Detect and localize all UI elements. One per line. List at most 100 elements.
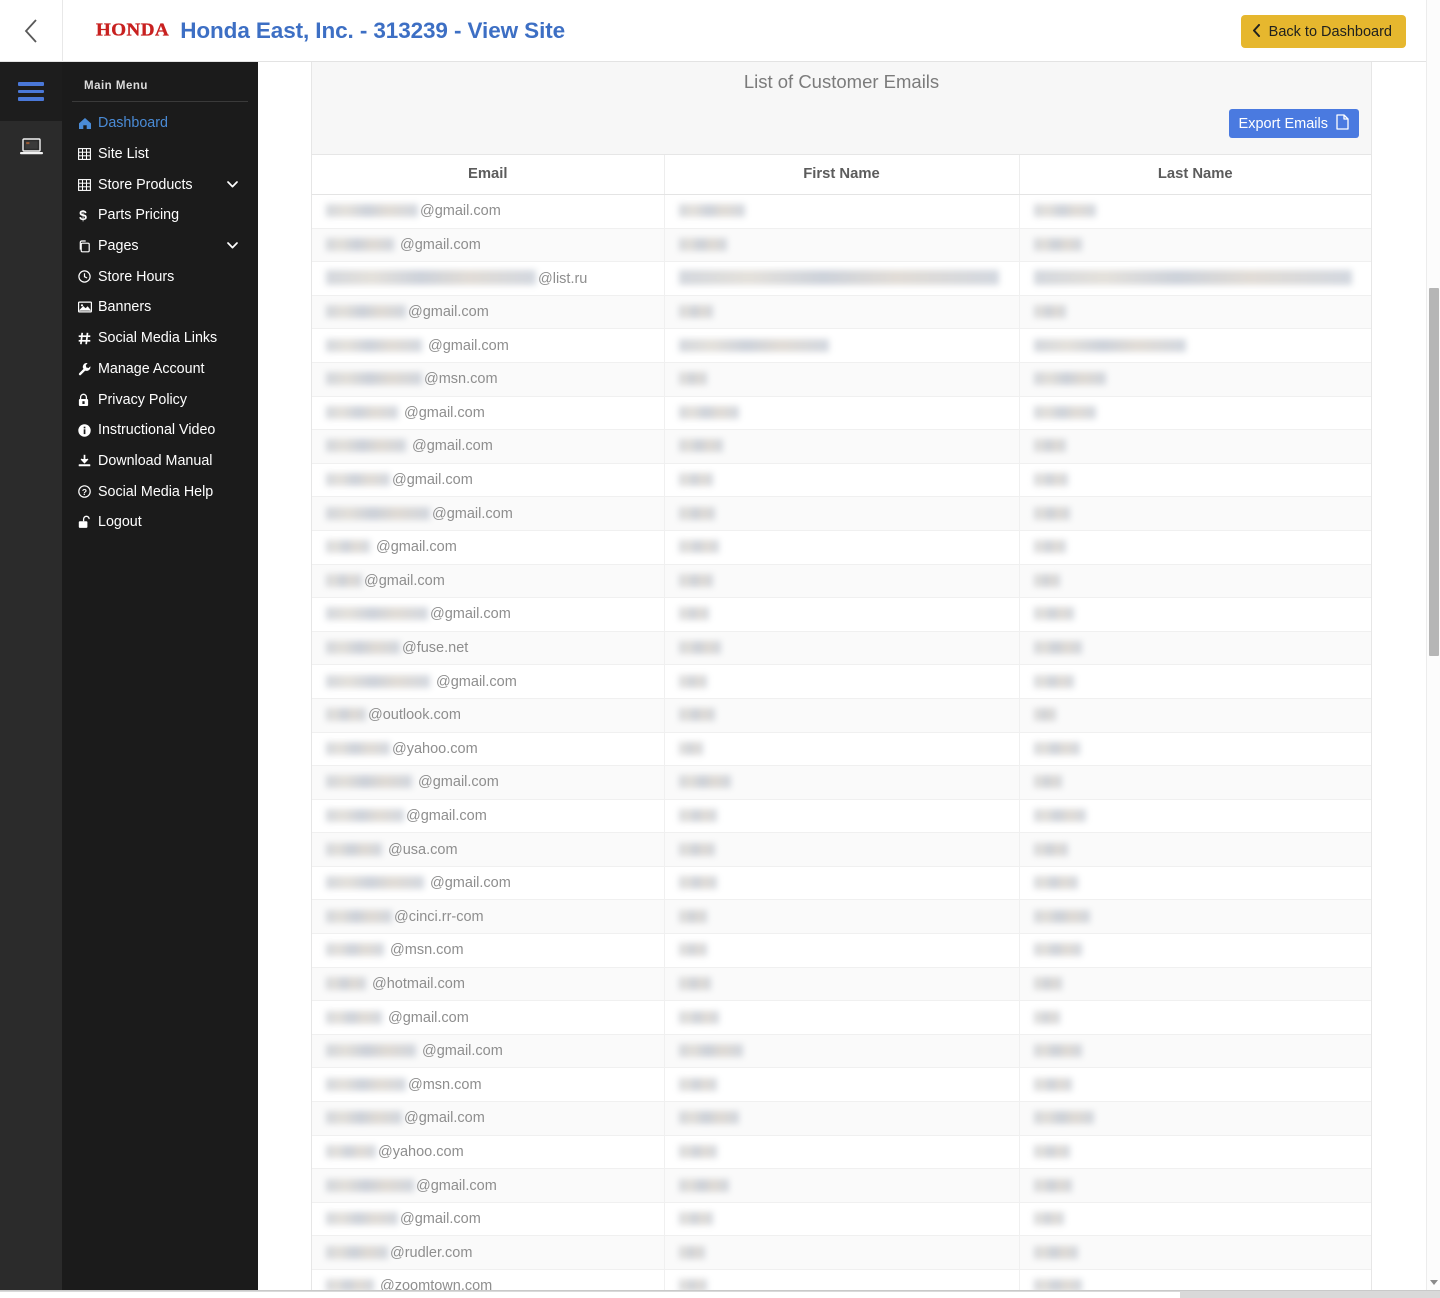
redacted-text [1033,1245,1078,1259]
table-row: @gmail.com [312,228,1371,263]
horizontal-scrollbar[interactable] [0,1290,1440,1298]
redacted-text [1033,1044,1082,1058]
redacted-text [326,909,392,923]
sidebar-item-instructional-video[interactable]: Instructional Video [62,415,258,446]
panel-header: List of Customer Emails Export Emails [312,62,1371,155]
sidebar-item-store-hours[interactable]: Store Hours [62,261,258,292]
laptop-icon [19,137,44,161]
sidebar-item-label: Social Media Links [98,330,218,347]
sidebar-item-parts-pricing[interactable]: $ Parts Pricing [62,200,258,231]
horizontal-scrollbar-thumb[interactable] [0,1292,1180,1298]
redacted-text [326,506,430,520]
redacted-text [326,943,384,957]
cell-last-name [1019,967,1371,1002]
cell-last-name [1019,732,1371,767]
column-header-email[interactable]: Email [312,155,665,195]
cell-last-name [1019,698,1371,733]
sidebar-item-dashboard[interactable]: Dashboard [62,108,258,139]
cell-last-name [1019,396,1371,431]
sidebar-item-pages[interactable]: Pages [62,231,258,262]
redacted-text [1033,473,1068,487]
cell-first-name [664,631,1020,666]
table-row: @zoomtown.com [312,1269,1371,1290]
cell-last-name [1019,1202,1371,1237]
cell-first-name [664,295,1020,330]
email-domain: @gmail.com [414,774,499,791]
email-domain: @list.ru [538,270,588,287]
cell-last-name [1019,1235,1371,1270]
sidebar-item-manage-account[interactable]: Manage Account [62,354,258,385]
sidebar-item-label: Banners [98,299,152,316]
cell-email: @rudler.com [312,1235,665,1270]
redacted-text [1033,775,1062,789]
cell-email: @gmail.com [312,1101,665,1136]
export-emails-button[interactable]: Export Emails [1228,109,1359,138]
svg-text:$: $ [79,208,87,222]
redacted-text [1033,269,1352,285]
email-domain: @msn.com [424,371,498,388]
back-to-dashboard-button[interactable]: Back to Dashboard [1240,15,1406,48]
cell-last-name [1019,765,1371,800]
browser-back-button[interactable] [0,0,63,62]
email-domain: @msn.com [386,942,464,959]
chevron-down-icon[interactable] [227,179,238,191]
sidebar-item-label: Dashboard [98,115,168,132]
grid-icon [78,178,98,191]
cell-first-name [664,698,1020,733]
chevron-down-icon[interactable] [227,240,238,252]
sidebar-item-social-media-links[interactable]: Social Media Links [62,323,258,354]
table-row: @cinci.rr-com [312,899,1371,935]
column-header-first-name[interactable]: First Name [664,155,1020,195]
redacted-text [326,842,382,856]
chevron-left-icon [23,17,40,45]
cell-last-name [1019,1034,1371,1069]
cell-email: @gmail.com [312,429,665,464]
redacted-text [678,674,707,688]
table-row: @list.ru [312,261,1371,296]
cell-first-name [664,564,1020,599]
sidebar-item-banners[interactable]: Banners [62,292,258,323]
redacted-text [326,1111,402,1125]
cell-last-name [1019,933,1371,968]
cell-email: @list.ru [312,261,665,296]
grid-icon [78,148,98,160]
sidebar-item-store-products[interactable]: Store Products [62,169,258,200]
redacted-text [326,338,422,352]
sidebar-item-site-list[interactable]: Site List [62,139,258,170]
cell-last-name [1019,261,1371,296]
redacted-text [326,540,370,554]
brand-area: HONDA Honda East, Inc. - 313239 - View S… [63,18,565,44]
cell-last-name [1019,1000,1371,1035]
table-row: @gmail.com [312,1101,1371,1136]
cell-email: @gmail.com [312,799,665,834]
unlock-icon [78,515,98,529]
sidebar-item-privacy-policy[interactable]: Privacy Policy [62,384,258,415]
redacted-text [326,405,398,419]
email-domain: @zoomtown.com [376,1278,493,1290]
redacted-text [1033,506,1070,520]
table-row: @gmail.com [312,866,1371,901]
column-header-last-name[interactable]: Last Name [1019,155,1371,195]
sidebar-item-download-manual[interactable]: Download Manual [62,446,258,477]
customer-emails-panel: List of Customer Emails Export Emails Em… [311,62,1372,1290]
cell-first-name [664,866,1020,901]
table-row: @gmail.com [312,295,1371,330]
redacted-text [1033,943,1082,957]
sidebar-item-label: Logout [98,514,142,531]
cell-first-name [664,429,1020,464]
menu-toggle-button[interactable] [0,62,62,121]
redacted-text [1033,1279,1082,1290]
cell-last-name [1019,1269,1371,1290]
email-domain: @gmail.com [426,875,511,892]
vertical-scrollbar[interactable] [1426,0,1440,1290]
redacted-text [678,338,829,352]
sidebar-item-logout[interactable]: Logout [62,507,258,538]
dollar-icon: $ [78,208,98,222]
vertical-scrollbar-thumb[interactable] [1429,288,1439,656]
rail-item-view-site[interactable] [0,121,62,177]
sidebar-item-social-media-help[interactable]: ? Social Media Help [62,476,258,507]
redacted-text [678,1245,705,1259]
redacted-text [678,976,711,990]
redacted-text [1033,808,1086,822]
scroll-down-arrow-icon[interactable] [1430,1280,1438,1285]
